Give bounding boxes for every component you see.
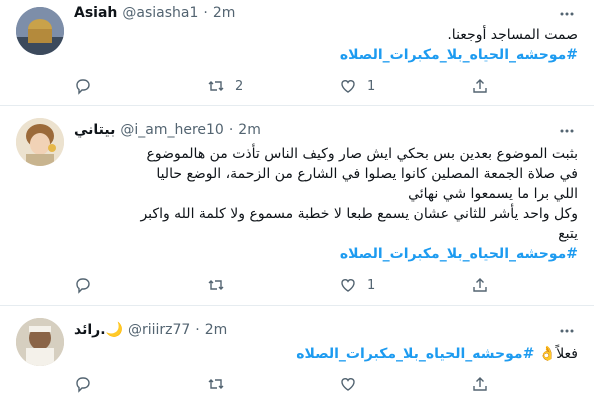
share-icon — [473, 79, 487, 93]
display-name[interactable]: Asiah — [74, 5, 117, 21]
tweet-line: فعلاً👌 — [538, 346, 578, 362]
tweet-header: رائد.🌙 @riiirz77 · 2m — [74, 320, 227, 340]
tweet[interactable]: رائد.🌙 @riiirz77 · 2m فعلاً👌 #موحشه_الحي… — [0, 306, 594, 403]
share-button[interactable] — [471, 77, 489, 95]
tweet-actions: 2 1 — [0, 77, 594, 97]
tweet-text: صمت المساجد أوجعنا. #موحشه_الحياه_بلا_مك… — [78, 25, 578, 65]
tweet-text: فعلاً👌 #موحشه_الحياه_بلا_مكبرات_الصلاه — [78, 344, 578, 364]
retweet-icon — [208, 81, 224, 91]
retweet-icon — [208, 280, 224, 290]
timestamp[interactable]: 2m — [205, 322, 228, 338]
tweet-line: بثبت الموضوع بعدين بس بحكي ايش صار وكيف … — [146, 146, 578, 162]
separator-dot: · — [203, 5, 208, 21]
like-button[interactable] — [339, 375, 367, 393]
display-name[interactable]: بيتاني — [74, 122, 115, 138]
like-count: 1 — [367, 78, 376, 94]
tweet-actions: 1 — [0, 276, 594, 296]
retweet-button[interactable]: 2 — [207, 77, 243, 95]
like-button[interactable]: 1 — [339, 276, 375, 294]
hashtag-link[interactable]: #موحشه_الحياه_بلا_مكبرات_الصلاه — [78, 45, 578, 65]
tweet-actions — [0, 375, 594, 395]
avatar[interactable] — [16, 7, 64, 55]
like-button[interactable]: 1 — [339, 77, 375, 95]
tweet[interactable]: بيتاني @i_am_here10 · 2m بثبت الموضوع بع… — [0, 106, 594, 306]
like-count: 1 — [367, 277, 376, 293]
avatar[interactable] — [16, 318, 64, 366]
heart-icon — [341, 378, 355, 391]
hashtag-link[interactable]: #موحشه_الحياه_بلا_مكبرات_الصلاه — [296, 346, 534, 362]
reply-icon — [76, 79, 90, 95]
tweet-text: بثبت الموضوع بعدين بس بحكي ايش صار وكيف … — [78, 144, 578, 264]
display-name[interactable]: رائد.🌙 — [74, 322, 123, 338]
retweet-button[interactable] — [207, 375, 235, 393]
avatar-image — [16, 118, 64, 166]
separator-dot: · — [228, 122, 234, 138]
tweet-line: اللي برا ما يسمعوا شي نهائي — [408, 186, 578, 202]
reply-button[interactable] — [74, 276, 102, 294]
avatar-image — [16, 7, 64, 55]
tweet-header: بيتاني @i_am_here10 · 2m — [74, 120, 261, 140]
tweet-line: يتبع — [558, 226, 578, 242]
retweet-icon — [208, 379, 224, 389]
retweet-button[interactable] — [207, 276, 235, 294]
avatar-image — [16, 318, 64, 366]
share-icon — [473, 278, 487, 292]
heart-icon — [341, 279, 355, 292]
user-handle[interactable]: @riiirz77 — [128, 322, 190, 338]
hashtag-link[interactable]: #موحشه_الحياه_بلا_مكبرات_الصلاه — [78, 244, 578, 264]
tweet-line: صمت المساجد أوجعنا. — [447, 27, 578, 43]
more-icon[interactable] — [558, 322, 576, 340]
share-icon — [473, 377, 487, 391]
user-handle[interactable]: @asiasha1 — [122, 5, 198, 21]
timestamp[interactable]: 2m — [238, 122, 261, 138]
tweet-line: في صلاة الجمعة المصلين كانوا يصلوا في ال… — [156, 166, 578, 182]
reply-icon — [76, 377, 90, 393]
share-button[interactable] — [471, 375, 489, 393]
heart-icon — [341, 80, 355, 93]
share-button[interactable] — [471, 276, 489, 294]
more-icon[interactable] — [558, 5, 576, 23]
reply-button[interactable] — [74, 77, 102, 95]
tweet-header: Asiah @asiasha1 · 2m — [74, 3, 235, 23]
more-icon[interactable] — [558, 122, 576, 140]
user-handle[interactable]: @i_am_here10 — [120, 122, 223, 138]
separator-dot: · — [195, 322, 200, 338]
tweet-line: وكل واحد يأشر للثاني عشان يسمع طبعا لا خ… — [140, 206, 578, 222]
timestamp[interactable]: 2m — [213, 5, 236, 21]
retweet-count: 2 — [235, 78, 244, 94]
reply-button[interactable] — [74, 375, 102, 393]
avatar[interactable] — [16, 118, 64, 166]
tweet[interactable]: Asiah @asiasha1 · 2m صمت المساجد أوجعنا.… — [0, 0, 594, 106]
reply-icon — [76, 278, 90, 294]
